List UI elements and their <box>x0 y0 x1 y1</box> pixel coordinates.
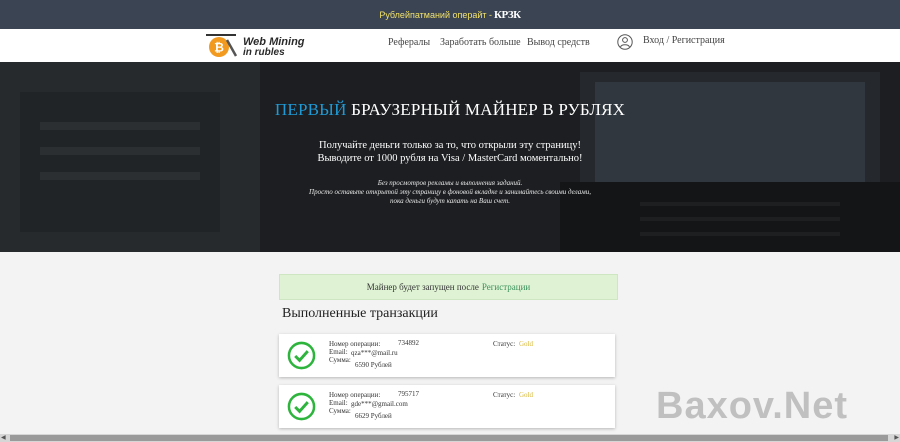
hero-banner: ПЕРВЫЙ БРАУЗЕРНЫЙ МАЙНЕР В РУБЛЯХ Получа… <box>0 62 900 252</box>
top-banner: Рублейпатманий операйт - КРЗК <box>0 0 900 29</box>
user-icon[interactable] <box>617 34 633 50</box>
status-label: Статус: <box>493 391 516 399</box>
site-logo[interactable]: ₿ Web Mining in rubles <box>203 32 328 59</box>
hero-line-1: Получайте деньги только за то, что откры… <box>319 140 581 151</box>
hero-small-1: Без просмотров рекламы и выполнения зада… <box>377 179 523 187</box>
horizontal-scrollbar[interactable]: ◀ ▶ <box>0 434 900 442</box>
status-value: Gold <box>519 391 533 399</box>
sum-value: 6629 Рублей <box>355 412 392 420</box>
nav-link-withdraw[interactable]: Вывод средств <box>527 37 590 48</box>
logo-subtitle: in rubles <box>243 47 285 58</box>
watermark: Baxov.Net <box>656 385 849 427</box>
status-value: Gold <box>519 340 533 348</box>
nav-link-earn-more[interactable]: Заработать больше <box>440 37 521 48</box>
op-value: 734892 <box>398 339 419 347</box>
hero-small-3: пока деньги будут капать на Ваш счет. <box>390 197 510 205</box>
nav-link-referrals[interactable]: Рефералы <box>388 37 430 48</box>
op-label: Номер операции: <box>329 340 381 348</box>
login-register-link[interactable]: Вход / Регистрация <box>643 35 725 46</box>
email-label: Email: <box>329 348 348 356</box>
hero-title-rest: БРАУЗЕРНЫЙ МАЙНЕР В РУБЛЯХ <box>351 100 626 119</box>
scroll-right-arrow-icon[interactable]: ▶ <box>894 435 899 441</box>
top-banner-number: КРЗК <box>494 8 521 21</box>
scroll-left-arrow-icon[interactable]: ◀ <box>1 435 6 441</box>
hero-line-2: Выводите от 1000 рубля на Visa / MasterC… <box>317 153 583 164</box>
register-link[interactable]: Регистрации <box>482 282 530 292</box>
transaction-card: Номер операции: 795717 Email: gde***@gma… <box>279 385 615 428</box>
email-label: Email: <box>329 399 348 407</box>
status-label: Статус: <box>493 340 516 348</box>
hero-title-accent: ПЕРВЫЙ <box>274 100 347 119</box>
email-value: gde***@gmail.com <box>351 400 408 408</box>
op-label: Номер операции: <box>329 391 381 399</box>
email-value: qza***@mail.ru <box>351 349 398 357</box>
navbar: ₿ Web Mining in rubles Рефералы Заработа… <box>0 29 900 63</box>
top-banner-text: Рублейпатманий операйт - <box>379 9 493 20</box>
op-value: 795717 <box>398 390 419 398</box>
sum-label: Сумма: <box>329 407 351 415</box>
scrollbar-thumb[interactable] <box>10 435 888 441</box>
check-circle-icon <box>287 392 316 421</box>
transaction-card: Номер операции: 734892 Email: qza***@mai… <box>279 334 615 377</box>
sum-value: 6590 Рублей <box>355 361 392 369</box>
check-circle-icon <box>287 341 316 370</box>
miner-notice: Майнер будет запущен после Регистрации <box>279 274 618 300</box>
hero-title: ПЕРВЫЙ БРАУЗЕРНЫЙ МАЙНЕР В РУБЛЯХ <box>0 100 900 120</box>
sum-label: Сумма: <box>329 356 351 364</box>
transactions-title: Выполненные транзакции <box>282 306 438 321</box>
hero-small-2: Просто оставьте открытой эту страницу в … <box>309 188 591 196</box>
svg-text:₿: ₿ <box>214 41 224 55</box>
bitcoin-logo-icon: ₿ <box>206 34 238 57</box>
miner-notice-text: Майнер будет запущен после <box>366 282 479 292</box>
